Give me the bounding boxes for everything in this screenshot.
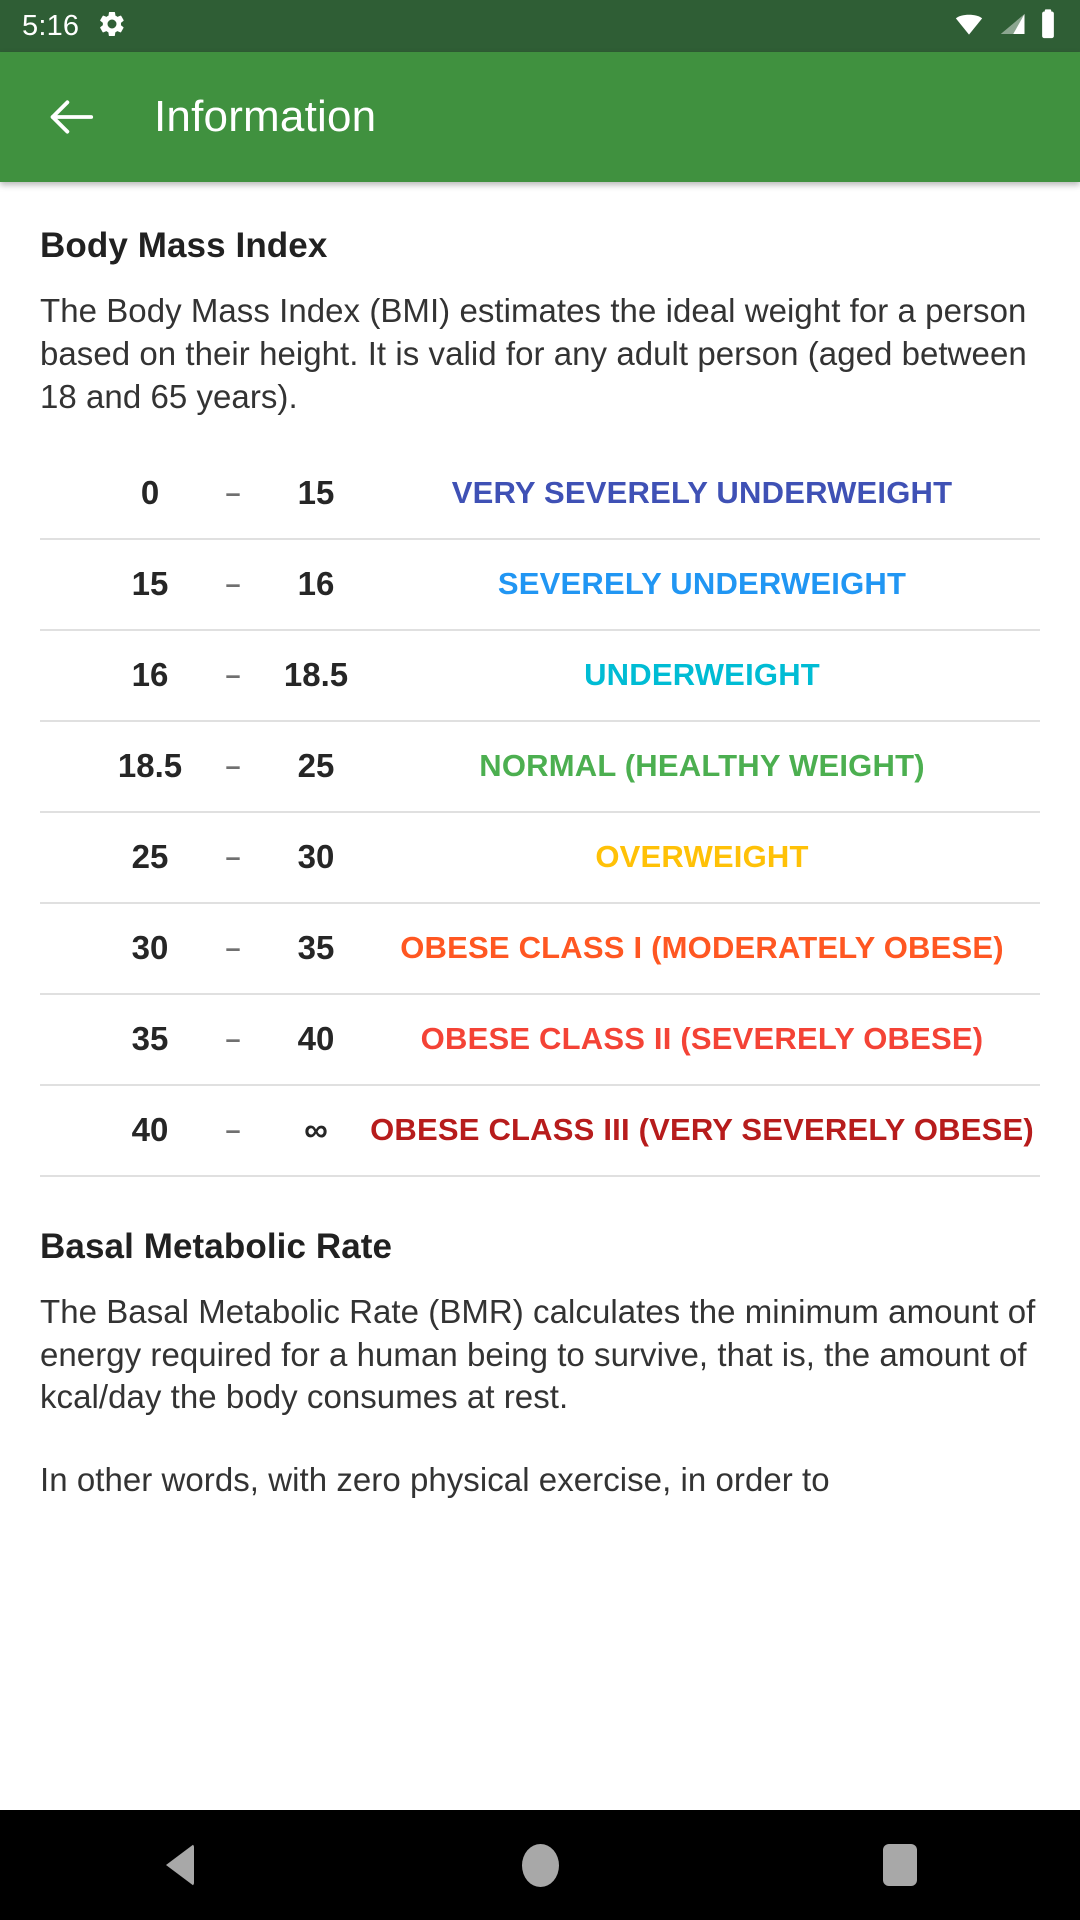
bmi-range-max: 25 [297,747,335,785]
bmi-category-label: VERY SEVERELY UNDERWEIGHT [451,475,953,511]
bmr-section-title: Basal Metabolic Rate [40,1226,393,1266]
nav-home-button[interactable] [480,1810,600,1920]
bmi-category-label: UNDERWEIGHT [584,657,820,693]
bmi-category-label: OBESE CLASS I (MODERATELY OBESE) [400,930,1004,966]
bmi-section-title: Body Mass Index [40,226,328,265]
page-title: Information [154,92,377,141]
nav-recents-button[interactable] [840,1810,960,1920]
bmr-section-paragraph-2: In other words, with zero physical exerc… [40,1461,830,1499]
app-bar: Information [0,52,1080,182]
bmi-range-dash: – [225,932,241,963]
bmi-category-label: NORMAL (HEALTHY WEIGHT) [479,748,925,784]
bmi-table-row: 40 – ∞ OBESE CLASS III (VERY SEVERELY OBESE… [40,1086,1040,1177]
bmi-table-row: 15 – 16 SEVERELY UNDERWEIGHT [40,540,1040,631]
bmi-category-table: 0 – 15 VERY SEVERELY UNDERWEIGHT 15 – 16 SEVERE… [40,449,1040,1177]
bmi-range-min: 40 [131,1111,169,1149]
bmi-range-dash: – [225,841,241,872]
bmi-range-max: 30 [297,838,335,876]
status-bar-clock: 5:16 [22,9,80,42]
bmi-category-label: OVERWEIGHT [595,839,809,875]
bmi-table-row: 18.5 – 25 NORMAL (HEALTHY WEIGHT) [40,722,1040,813]
bmi-category-label: OBESE CLASS II (SEVERELY OBESE) [420,1021,984,1057]
back-button[interactable] [40,86,102,148]
cell-signal-icon [996,9,1028,44]
bmi-section-paragraph: The Body Mass Index (BMI) estimates the … [40,292,1027,415]
bmi-table-row: 25 – 30 OVERWEIGHT [40,813,1040,904]
wifi-icon [952,9,986,44]
bmi-table-row: 16 – 18.5 UNDERWEIGHT [40,631,1040,722]
bmi-range-min: 15 [131,565,169,603]
bmi-range-dash: – [225,750,241,781]
status-bar-right [952,8,1058,45]
square-recents-icon [883,1844,917,1886]
bmi-table-row: 30 – 35 OBESE CLASS I (MODERATELY OBESE) [40,904,1040,995]
battery-icon [1038,8,1058,45]
bmi-range-min: 35 [131,1020,169,1058]
bmi-range-max: 18.5 [283,656,349,694]
bmi-table-row: 0 – 15 VERY SEVERELY UNDERWEIGHT [40,449,1040,540]
bmi-range-max: 15 [297,474,335,512]
bmi-range-max: 40 [297,1020,335,1058]
bmi-range-min: 30 [131,929,169,967]
bmi-range-dash: – [225,568,241,599]
triangle-back-icon [166,1844,194,1886]
android-navigation-bar [0,1810,1080,1920]
bmi-range-max: 35 [297,929,335,967]
bmi-range-dash: – [225,659,241,690]
bmi-range-min: 18.5 [117,747,183,785]
bmi-range-min: 0 [140,474,160,512]
gear-icon [97,9,127,44]
bmi-range-dash: – [225,477,241,508]
status-bar: 5:16 [0,0,1080,52]
bmi-range-min: 16 [131,656,169,694]
bmi-category-label: SEVERELY UNDERWEIGHT [497,566,907,602]
bmi-category-label: OBESE CLASS III (VERY SEVERELY OBESE) [370,1112,1034,1148]
bmr-section-paragraph: The Basal Metabolic Rate (BMR) calculate… [40,1292,1036,1416]
phone-screen: 5:16 Information Body Mass Index The Bod… [0,0,1080,1920]
circle-home-icon [521,1843,559,1887]
bmi-range-dash: – [225,1114,241,1145]
status-bar-left: 5:16 [22,9,127,44]
information-content[interactable]: Body Mass Index The Body Mass Index (BMI… [0,182,1080,1810]
bmi-table-row: 35 – 40 OBESE CLASS II (SEVERELY OBESE) [40,995,1040,1086]
bmi-range-dash: – [225,1023,241,1054]
nav-back-button[interactable] [120,1810,240,1920]
bmi-range-max: ∞ [304,1111,328,1149]
bmi-range-max: 16 [297,565,335,603]
bmi-range-min: 25 [131,838,169,876]
